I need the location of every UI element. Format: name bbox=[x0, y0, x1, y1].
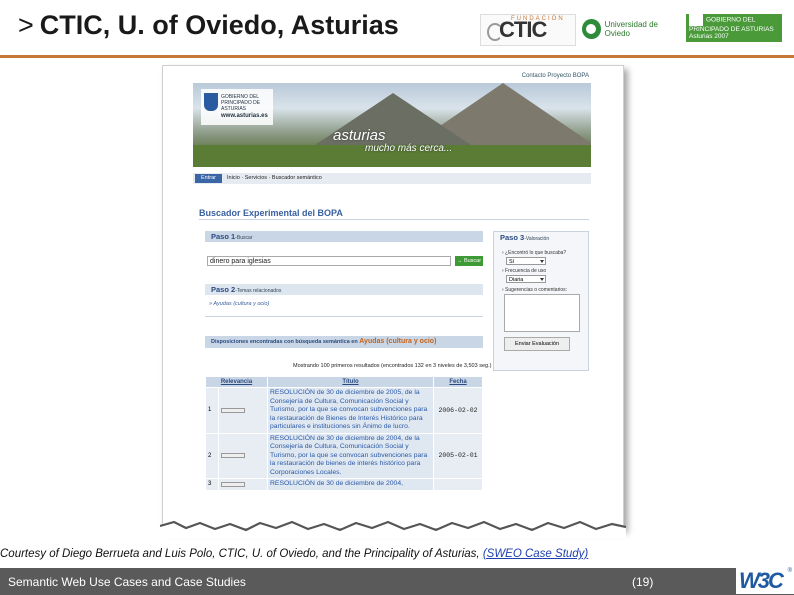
results-header: Disposiciones encontradas con búsqueda s… bbox=[205, 336, 483, 348]
w3c-logo-text: W3C bbox=[739, 568, 784, 593]
row-number: 3 bbox=[205, 478, 219, 491]
row-date bbox=[433, 478, 483, 491]
step2-title: Paso 2 bbox=[211, 285, 236, 294]
search-page-title: Buscador Experimental del BOPA bbox=[199, 208, 343, 218]
step3-sub: -Valoración bbox=[524, 236, 550, 242]
footer-title: Semantic Web Use Cases and Case Studies bbox=[8, 575, 246, 589]
comments-label: › Sugerencias o comentarios: bbox=[502, 287, 568, 293]
banner-slogan-sub: mucho más cerca... bbox=[365, 143, 453, 154]
title-chevron: > bbox=[18, 10, 34, 40]
column-title[interactable]: Título bbox=[267, 376, 434, 388]
w3c-logo[interactable]: W3C ® bbox=[736, 567, 794, 594]
caption-text: Courtesy of Diego Berrueta and Luis Polo… bbox=[0, 548, 480, 560]
university-seal-icon bbox=[582, 19, 601, 39]
column-relevance[interactable]: Relevancia bbox=[205, 376, 268, 388]
row-title-link[interactable]: RESOLUCIÓN de 30 de diciembre de 2004, d… bbox=[267, 432, 434, 479]
title-divider bbox=[0, 55, 794, 58]
step3-panel: Paso 3-Valoración › ¿Encontró lo que bus… bbox=[493, 231, 589, 371]
w3c-registered-mark: ® bbox=[787, 568, 792, 574]
found-select[interactable]: Sí bbox=[506, 257, 546, 265]
bopa-screenshot: Contacto Proyecto BOPA GOBIERNO DEL PRIN… bbox=[162, 65, 624, 529]
results-count: Mostrando 100 primeros resultados (encon… bbox=[293, 363, 492, 369]
government-logo: GOBIERNO DEL PRINCIPADO DE ASTURIAS Astu… bbox=[686, 14, 782, 42]
step2-sub: -Temas relacionados bbox=[235, 288, 282, 294]
torn-edge bbox=[160, 520, 626, 538]
step2-divider bbox=[205, 316, 483, 317]
enter-button[interactable]: Entrar bbox=[195, 174, 222, 183]
ctic-logo: FUNDACIÓN CTIC bbox=[480, 14, 576, 46]
slide-caption: Courtesy of Diego Berrueta and Luis Polo… bbox=[0, 548, 588, 560]
row-date: 2005-02-01 bbox=[433, 432, 483, 479]
comments-textarea[interactable] bbox=[504, 294, 580, 332]
page-number: (19) bbox=[632, 575, 654, 589]
step2-header: Paso 2-Temas relacionados bbox=[205, 284, 483, 295]
banner-slogan: asturias bbox=[333, 127, 386, 144]
ctic-logo-small: FUNDACIÓN bbox=[511, 16, 565, 22]
relevance-bar bbox=[218, 387, 268, 434]
row-title-link[interactable]: RESOLUCIÓN de 30 de diciembre de 2005, d… bbox=[267, 387, 434, 434]
table-row: 1 RESOLUCIÓN de 30 de diciembre de 2005,… bbox=[205, 387, 483, 434]
asturias-banner: GOBIERNO DEL PRINCIPADO DE ASTURIAS www.… bbox=[193, 83, 591, 167]
frequency-label: › Frecuencia de uso bbox=[502, 268, 547, 274]
row-date: 2006-02-02 bbox=[433, 387, 483, 434]
slide-title: > CTIC, U. of Oviedo, Asturias bbox=[18, 10, 399, 41]
table-row: 3 RESOLUCIÓN de 30 de diciembre de 2004, bbox=[205, 478, 483, 491]
search-input[interactable]: dinero para iglesias bbox=[207, 256, 451, 266]
row-number: 2 bbox=[205, 432, 219, 479]
send-evaluation-button[interactable]: Enviar Evaluación bbox=[504, 337, 570, 351]
nav-bar: Entrar Inicio · Servicios · Buscador sem… bbox=[193, 173, 591, 184]
column-date[interactable]: Fecha bbox=[433, 376, 483, 388]
relevance-bar bbox=[218, 478, 268, 491]
search-title-main: Experimental del BOPA bbox=[243, 208, 343, 218]
results-header-prefix: Disposiciones encontradas con búsqueda s… bbox=[211, 339, 358, 345]
contact-link[interactable]: Contacto Proyecto BOPA bbox=[522, 73, 589, 79]
government-sub: Asturias 2007 bbox=[689, 33, 729, 40]
relevance-bar bbox=[218, 432, 268, 479]
search-button[interactable]: → Buscar bbox=[455, 256, 483, 266]
related-topic-link[interactable]: » Ayudas (cultura y ocio) bbox=[209, 301, 269, 307]
results-table: Relevancia Título Fecha 1 RESOLUCIÓN de … bbox=[205, 376, 483, 491]
breadcrumb[interactable]: Inicio · Servicios · Buscador semántico bbox=[227, 174, 322, 183]
university-name: Universidad de Oviedo bbox=[604, 20, 658, 38]
frequency-select[interactable]: Diaria bbox=[506, 275, 546, 283]
case-study-link[interactable]: (SWEO Case Study) bbox=[483, 548, 588, 560]
university-logo: Universidad de Oviedo bbox=[582, 14, 680, 44]
search-title-prefix: Buscador bbox=[199, 208, 241, 218]
step1-sub: -Buscar bbox=[235, 235, 253, 241]
ctic-wave-icon bbox=[487, 23, 503, 41]
bopa-page: Contacto Proyecto BOPA GOBIERNO DEL PRIN… bbox=[193, 71, 593, 528]
step3-header: Paso 3-Valoración bbox=[494, 232, 588, 243]
row-number: 1 bbox=[205, 387, 219, 434]
search-title-divider bbox=[199, 219, 589, 220]
gov-header-url: www.asturias.es bbox=[221, 113, 268, 119]
title-text: CTIC, U. of Oviedo, Asturias bbox=[39, 10, 399, 40]
asturias-flag-icon bbox=[689, 14, 703, 26]
crest-icon bbox=[204, 93, 218, 111]
gov-header-logo[interactable]: GOBIERNO DEL PRINCIPADO DE ASTURIAS www.… bbox=[201, 89, 273, 125]
found-question-label: › ¿Encontró lo que buscaba? bbox=[502, 250, 567, 256]
step1-title: Paso 1 bbox=[211, 232, 236, 241]
results-header-topic: Ayudas (cultura y ocio) bbox=[359, 338, 437, 345]
table-row: 2 RESOLUCIÓN de 30 de diciembre de 2004,… bbox=[205, 432, 483, 479]
step1-header: Paso 1-Buscar bbox=[205, 231, 483, 242]
step3-title: Paso 3 bbox=[500, 233, 525, 242]
row-title-link[interactable]: RESOLUCIÓN de 30 de diciembre de 2004, bbox=[267, 478, 434, 491]
gov-header-name: GOBIERNO DEL PRINCIPADO DE ASTURIAS bbox=[221, 94, 261, 112]
